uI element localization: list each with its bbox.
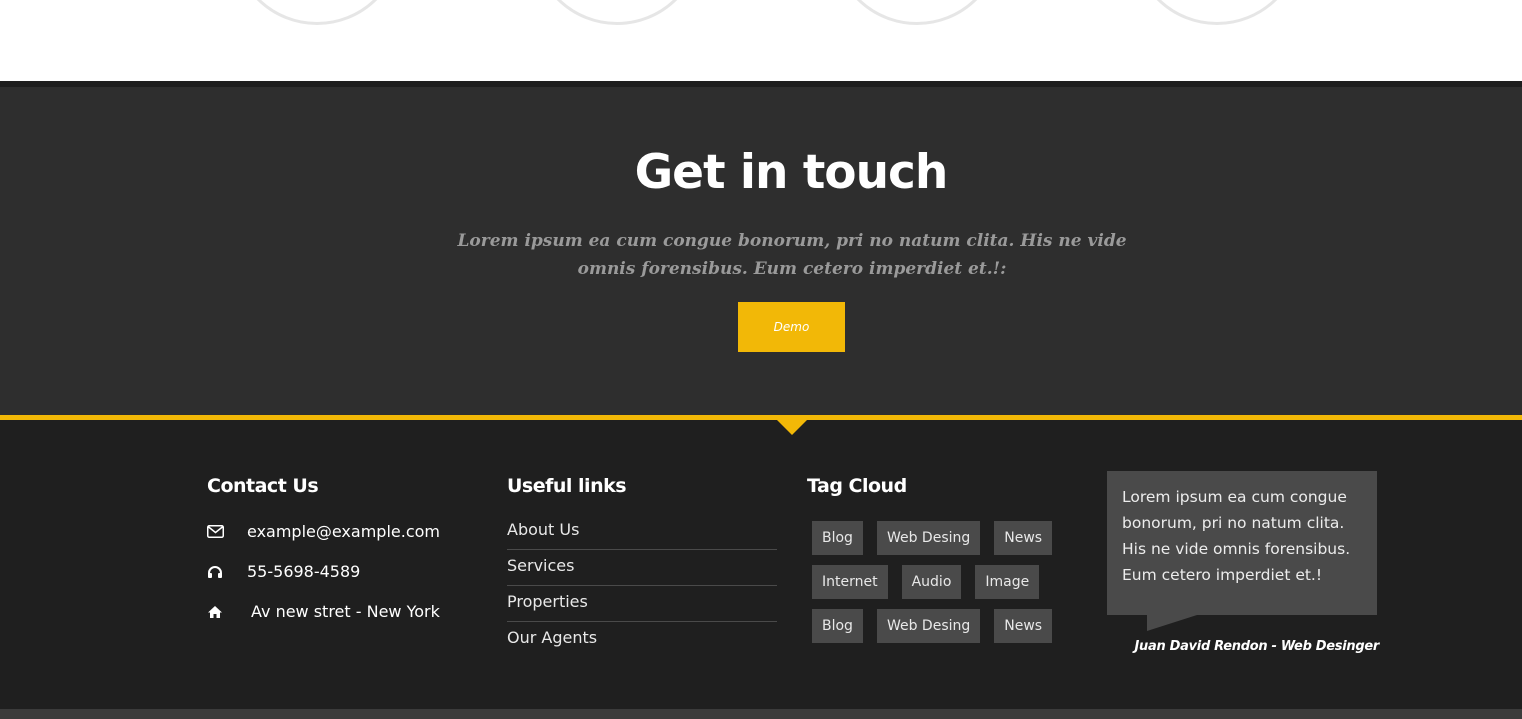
demo-button[interactable]: Demo xyxy=(738,302,845,352)
accent-arrow xyxy=(776,419,808,435)
link-services[interactable]: Services xyxy=(507,550,777,586)
headphones-icon xyxy=(207,565,247,579)
tag-item[interactable]: Web Desing xyxy=(876,521,981,555)
contact-email: example@example.com xyxy=(207,522,440,541)
top-strip xyxy=(0,0,1522,81)
contact-address: Av new stret - New York xyxy=(207,602,440,621)
tags-title: Tag Cloud xyxy=(807,475,907,497)
tag-item[interactable]: Blog xyxy=(812,521,863,555)
tag-item[interactable]: Web Desing xyxy=(876,609,981,643)
phone-text[interactable]: 55-5698-4589 xyxy=(247,562,360,581)
tag-item[interactable]: News xyxy=(994,609,1053,643)
links-title: Useful links xyxy=(507,475,627,497)
useful-links-list: About Us Services Properties Our Agents xyxy=(507,514,777,658)
tag-item[interactable]: Blog xyxy=(812,609,863,643)
envelope-icon xyxy=(207,525,247,538)
section-title: Get in touch xyxy=(634,145,949,200)
footer: Contact Us example@example.com 55-5698-4… xyxy=(0,420,1522,709)
tag-item[interactable]: Audio xyxy=(901,565,962,599)
circle-decoration xyxy=(1132,0,1302,25)
bottom-bar xyxy=(0,709,1522,719)
contact-title: Contact Us xyxy=(207,475,319,497)
tag-cloud: Blog Web Desing News Internet Audio Imag… xyxy=(812,521,1072,653)
circle-decoration xyxy=(532,0,702,25)
get-in-touch-section: Get in touch Lorem ipsum ea cum congue b… xyxy=(0,87,1522,416)
contact-phone: 55-5698-4589 xyxy=(207,562,360,581)
tag-row: Blog Web Desing News xyxy=(812,521,1072,555)
link-about-us[interactable]: About Us xyxy=(507,514,777,550)
testimonial-author: Juan David Rendon - Web Desinger xyxy=(1134,639,1380,654)
link-our-agents[interactable]: Our Agents xyxy=(507,622,777,658)
tag-item[interactable]: News xyxy=(994,521,1053,555)
section-subtitle: Lorem ipsum ea cum congue bonorum, pri n… xyxy=(457,231,1127,279)
tag-row: Blog Web Desing News xyxy=(812,609,1072,643)
tag-item[interactable]: Image xyxy=(975,565,1040,599)
tag-row: Internet Audio Image xyxy=(812,565,1072,599)
testimonial-box: Lorem ipsum ea cum congue bonorum, pri n… xyxy=(1107,471,1377,615)
circle-decoration xyxy=(832,0,1002,25)
testimonial-tail xyxy=(1147,615,1197,631)
email-text[interactable]: example@example.com xyxy=(247,522,440,541)
home-icon xyxy=(207,605,251,619)
address-text: Av new stret - New York xyxy=(251,602,440,621)
link-properties[interactable]: Properties xyxy=(507,586,777,622)
circle-decoration xyxy=(232,0,402,25)
tag-item[interactable]: Internet xyxy=(812,565,888,599)
